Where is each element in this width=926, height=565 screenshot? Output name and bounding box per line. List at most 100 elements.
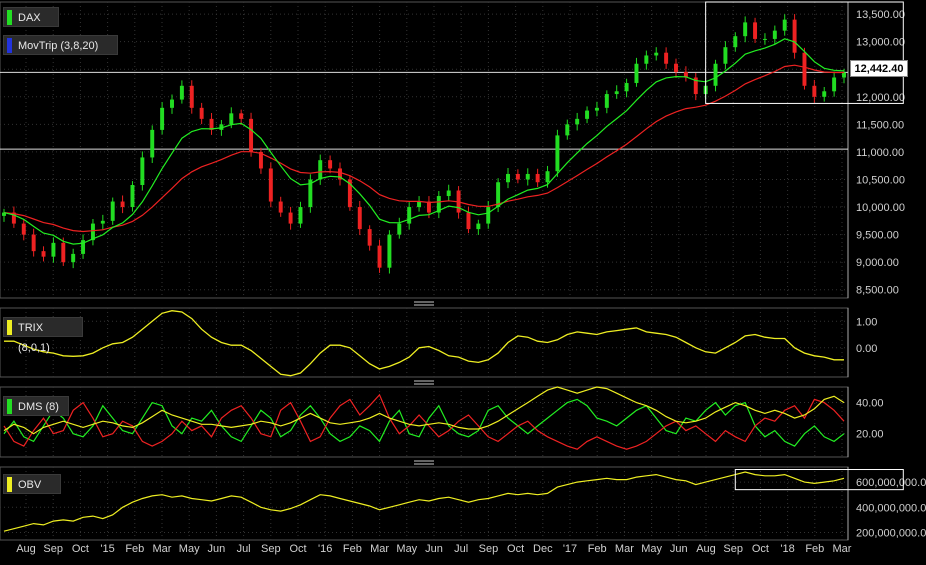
x-tick-label-2: Oct — [72, 543, 89, 555]
candle-body-56 — [555, 135, 560, 172]
candle-body-77 — [762, 38, 767, 40]
candle-body-54 — [535, 173, 540, 183]
candle-body-48 — [476, 223, 481, 230]
main-y-tick-label-1: 9,000.00 — [856, 257, 899, 269]
candle-body-83 — [822, 91, 827, 97]
x-tick-label-26: Sep — [723, 543, 743, 555]
legend-obv[interactable]: OBV — [3, 474, 61, 494]
x-tick-label-28: '18 — [780, 543, 794, 555]
x-tick-label-25: Aug — [696, 543, 716, 555]
candle-body-3 — [31, 234, 36, 252]
candle-body-82 — [812, 85, 817, 97]
candle-body-49 — [486, 207, 491, 224]
chart-canvas: Aug Sep Oct '15 Feb Mar May Jun Jul Sep Oct '16 Feb M… — [0, 0, 926, 560]
candle-body-81 — [802, 52, 807, 86]
candle-body-66 — [654, 52, 659, 56]
x-tick-label-30: Mar — [833, 543, 852, 555]
candle-body-30 — [298, 207, 303, 224]
x-tick-label-20: '17 — [563, 543, 577, 555]
main-y-tick-label-5: 11,000.00 — [856, 147, 904, 159]
x-tick-label-3: '15 — [100, 543, 114, 555]
candle-body-17 — [170, 99, 174, 108]
candle-body-10 — [100, 220, 105, 224]
legend-dax[interactable]: DAX — [3, 7, 59, 27]
dms-y-tick-label-1: 20.00 — [856, 429, 884, 441]
candle-body-61 — [604, 94, 609, 108]
candle-body-40 — [397, 223, 402, 235]
candle-body-7 — [71, 253, 76, 263]
x-tick-label-15: Jun — [425, 543, 443, 555]
x-tick-label-5: Mar — [153, 543, 172, 555]
candle-body-79 — [782, 19, 787, 31]
candle-body-78 — [772, 30, 777, 39]
legend-movtrip-label: MovTrip (3,8,20) — [18, 40, 99, 52]
obv-y-tick-label-0: 600,000,000.0 — [856, 477, 926, 489]
x-tick-label-21: Feb — [588, 543, 607, 555]
dms-swatch — [7, 399, 12, 414]
candle-body-37 — [367, 229, 372, 246]
legend-movtrip[interactable]: MovTrip (3,8,20) — [3, 35, 118, 55]
legend-dms[interactable]: DMS (8) — [3, 396, 69, 416]
candle-body-52 — [515, 173, 520, 180]
x-tick-label-18: Oct — [507, 543, 524, 555]
legend-dax-label: DAX — [18, 12, 41, 24]
main-y-tick-label-0: 8,500.00 — [856, 285, 899, 297]
candle-body-72 — [713, 63, 718, 86]
candle-body-41 — [407, 207, 412, 224]
candle-body-24 — [239, 113, 244, 119]
candle-body-15 — [150, 129, 155, 158]
candle-body-53 — [525, 173, 530, 180]
candle-body-63 — [624, 83, 629, 92]
candle-body-74 — [733, 36, 738, 48]
legend-trix[interactable]: TRIX (8,0,1) — [3, 317, 83, 354]
obv-y-tick-label-2: 200,000,000.0 — [856, 527, 926, 539]
candle-body-80 — [792, 19, 797, 53]
candle-body-73 — [723, 47, 728, 64]
x-tick-label-29: Feb — [805, 543, 824, 555]
candle-body-12 — [120, 201, 125, 208]
candle-body-64 — [634, 63, 639, 84]
candle-body-55 — [545, 171, 550, 183]
main-y-tick-label-7: 12,000.00 — [856, 92, 905, 104]
x-tick-label-24: Jun — [670, 543, 688, 555]
x-tick-label-14: May — [396, 543, 417, 555]
movtrip-swatch — [7, 38, 12, 53]
x-tick-label-6: May — [179, 543, 200, 555]
candle-body-47 — [466, 212, 471, 230]
x-tick-label-27: Oct — [752, 543, 769, 555]
chart-root: Aug Sep Oct '15 Feb Mar May Jun Jul Sep Oct '16 Feb M… — [0, 0, 926, 560]
candle-body-57 — [565, 124, 570, 136]
candle-body-43 — [426, 201, 431, 213]
trix-y-tick-label-1: 0.00 — [856, 343, 877, 355]
candle-body-13 — [130, 185, 135, 208]
legend-obv-label: OBV — [18, 479, 42, 491]
x-tick-label-17: Sep — [479, 543, 499, 555]
candle-body-85 — [842, 72, 846, 78]
candle-body-25 — [249, 118, 254, 152]
candle-body-4 — [41, 251, 46, 257]
candle-body-39 — [387, 234, 392, 268]
x-tick-label-12: Feb — [343, 543, 362, 555]
candle-body-36 — [357, 207, 362, 230]
candle-body-14 — [140, 157, 145, 186]
candle-body-29 — [288, 212, 293, 224]
candle-body-65 — [644, 55, 649, 64]
main-y-tick-label-2: 9,500.00 — [856, 230, 899, 242]
last-price-tag: 12,442.40 — [850, 60, 908, 77]
main-y-tick-label-9: 13,000.00 — [856, 37, 905, 49]
candle-body-76 — [753, 22, 758, 39]
candle-body-38 — [377, 245, 382, 268]
trix-swatch — [7, 320, 12, 335]
main-y-tick-label-3: 10,000.00 — [856, 202, 905, 214]
candle-body-42 — [417, 201, 422, 208]
x-tick-label-1: Sep — [43, 543, 63, 555]
legend-dms-label: DMS (8) — [18, 401, 59, 413]
trix-y-tick-label-0: 1.00 — [856, 316, 877, 328]
candle-body-20 — [199, 107, 204, 119]
candle-body-19 — [189, 85, 194, 108]
x-tick-label-23: May — [641, 543, 662, 555]
x-tick-label-8: Jul — [237, 543, 251, 555]
x-tick-label-0: Aug — [16, 543, 36, 555]
main-y-tick-label-10: 13,500.00 — [856, 9, 905, 21]
obv-y-tick-label-1: 400,000,000.0 — [856, 502, 926, 514]
